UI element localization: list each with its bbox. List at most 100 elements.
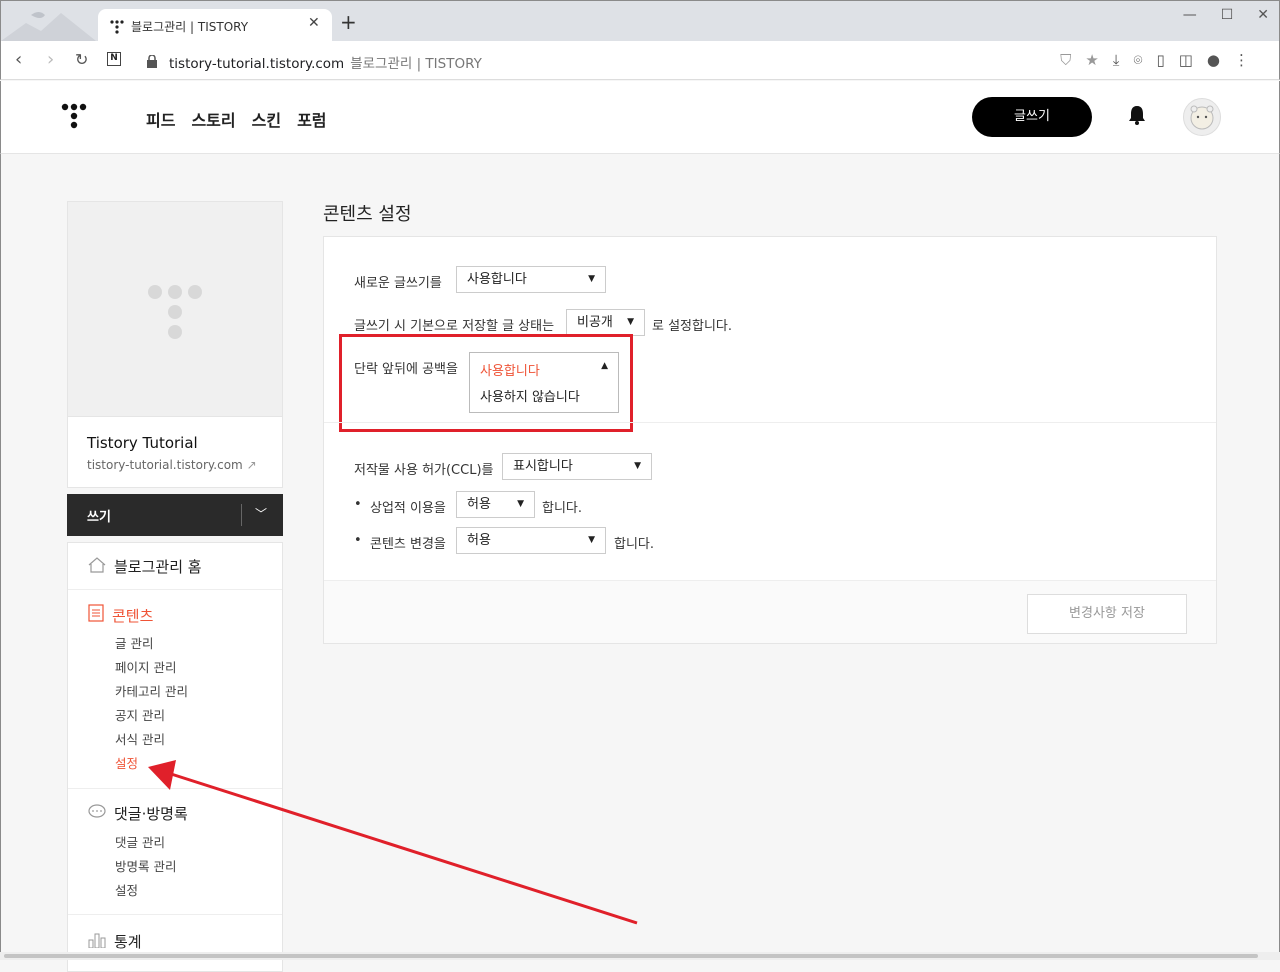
- speech-bubble-icon: [88, 803, 106, 824]
- sidebar-item-page-manage[interactable]: 페이지 관리: [115, 657, 176, 676]
- camera-icon[interactable]: ⌾: [1133, 51, 1142, 69]
- divider: [241, 504, 242, 526]
- sidebar-item-template-manage[interactable]: 서식 관리: [115, 729, 165, 748]
- site-header: 피드 스토리 스킨 포럼 글쓰기: [0, 81, 1280, 154]
- sidebar-write-button[interactable]: 쓰기 ﹀: [67, 494, 283, 536]
- bookmark-star-icon[interactable]: ★: [1085, 51, 1098, 69]
- sidebar-item-post-manage[interactable]: 글 관리: [115, 633, 153, 652]
- default-status-select[interactable]: 비공개 ▼: [566, 309, 645, 336]
- new-editor-select[interactable]: 사용합니다 ▼: [456, 266, 606, 293]
- nav-story[interactable]: 스토리: [191, 107, 235, 131]
- sidebar-item-comments-settings[interactable]: 설정: [115, 880, 138, 899]
- default-status-label: 글쓰기 시 기본으로 저장할 글 상태는: [354, 319, 555, 334]
- browser-tab[interactable]: 블로그관리 | TISTORY ✕: [98, 9, 332, 42]
- menu-icon[interactable]: ⋮: [1234, 51, 1249, 69]
- content-modify-label: 콘텐츠 변경을: [370, 537, 446, 552]
- bar-chart-icon: [88, 932, 106, 952]
- new-editor-label: 새로운 글쓰기를: [354, 276, 442, 291]
- caret-down-icon: ▼: [634, 461, 641, 471]
- sidebar-menu: 블로그관리 홈 콘텐츠 글 관리 페이지 관리 카테고리 관리 공지 관리 서식…: [67, 542, 283, 972]
- write-post-button[interactable]: 글쓰기: [972, 97, 1092, 137]
- url-page-title: 블로그관리 | TISTORY: [350, 56, 482, 72]
- maximize-button[interactable]: ☐: [1221, 7, 1234, 23]
- caret-down-icon: ▼: [627, 317, 634, 327]
- scrollbar-thumb[interactable]: [4, 954, 1258, 958]
- external-link-icon: ↗: [246, 458, 257, 472]
- commercial-use-label: 상업적 이용을: [370, 501, 446, 516]
- sidebar-section-home: 블로그관리 홈: [68, 543, 282, 590]
- blog-url-link[interactable]: tistory-tutorial.tistory.com ↗: [87, 458, 257, 472]
- download-icon[interactable]: ⤓: [1113, 51, 1120, 69]
- save-changes-button[interactable]: 변경사항 저장: [1027, 594, 1187, 634]
- ccl-label: 저작물 사용 허가(CCL)를: [354, 463, 494, 478]
- sidebar-item-notice-manage[interactable]: 공지 관리: [115, 705, 165, 724]
- settings-panel: 새로운 글쓰기를 사용합니다 ▼ 글쓰기 시 기본으로 저장할 글 상태는 비공개…: [323, 236, 1217, 644]
- commercial-use-value: 허용: [467, 497, 491, 512]
- back-icon[interactable]: ‹: [15, 49, 22, 70]
- content-modify-suffix: 합니다.: [614, 537, 655, 552]
- ccl-value: 표시합니다: [513, 459, 573, 474]
- sidebar-item-category-manage[interactable]: 카테고리 관리: [115, 681, 188, 700]
- sidebar-home-label: 블로그관리 홈: [114, 558, 202, 576]
- divider: [324, 422, 1216, 423]
- caret-down-icon: ▼: [588, 274, 595, 284]
- notification-bell-icon[interactable]: [1128, 105, 1146, 129]
- sidebar-item-comments[interactable]: 댓글·방명록: [88, 803, 188, 824]
- tistory-logo[interactable]: [61, 103, 89, 135]
- sidebar-section-stats: 통계: [68, 915, 282, 971]
- sidebar-item-contents[interactable]: 콘텐츠: [88, 604, 153, 626]
- tab-title: 블로그관리 | TISTORY: [131, 20, 249, 34]
- lock-icon: [147, 53, 157, 72]
- blog-title[interactable]: Tistory Tutorial: [87, 434, 198, 452]
- horizontal-scrollbar[interactable]: [0, 952, 1280, 960]
- sidebar-contents-label: 콘텐츠: [112, 606, 154, 625]
- blog-profile-card: Tistory Tutorial tistory-tutorial.tistor…: [67, 201, 283, 488]
- sidebar-section-contents: 콘텐츠 글 관리 페이지 관리 카테고리 관리 공지 관리 서식 관리 설정: [68, 590, 282, 789]
- address-bar[interactable]: tistory-tutorial.tistory.com 블로그관리 | TIST…: [169, 52, 482, 72]
- reader-icon[interactable]: ▯: [1156, 51, 1164, 69]
- user-avatar[interactable]: [1183, 98, 1221, 136]
- default-status-value: 비공개: [577, 315, 613, 330]
- profile-icon[interactable]: ●: [1207, 51, 1220, 69]
- caret-down-icon: ▼: [517, 499, 524, 509]
- commercial-use-select[interactable]: 허용 ▼: [456, 491, 535, 518]
- browser-toolbar: ‹ › ↻ N tistory-tutorial.tistory.com 블로그관…: [0, 41, 1280, 80]
- url-domain: tistory-tutorial.tistory.com: [169, 56, 345, 72]
- ccl-select[interactable]: 표시합니다 ▼: [502, 453, 652, 480]
- shield-icon[interactable]: ⛉: [1060, 51, 1071, 69]
- forward-icon[interactable]: ›: [47, 49, 54, 70]
- sidebar-item-comment-manage[interactable]: 댓글 관리: [115, 832, 165, 851]
- highlight-box: [339, 334, 633, 432]
- nav-skin[interactable]: 스킨: [252, 107, 281, 131]
- home-icon: [88, 556, 106, 577]
- close-window-button[interactable]: ✕: [1257, 7, 1269, 23]
- nav-feed[interactable]: 피드: [146, 107, 175, 131]
- sidebar-icon[interactable]: ◫: [1179, 51, 1193, 69]
- tab-close-icon[interactable]: ✕: [308, 15, 320, 31]
- browser-tabbar: 블로그관리 | TISTORY ✕ + — ☐ ✕: [0, 0, 1280, 42]
- new-tab-button[interactable]: +: [340, 12, 357, 32]
- nav-forum[interactable]: 포럼: [297, 107, 326, 131]
- sidebar-stats-label: 통계: [114, 933, 142, 951]
- extension-n-icon[interactable]: N: [107, 52, 121, 66]
- document-icon: [88, 604, 104, 626]
- caret-down-icon: ▼: [588, 535, 595, 545]
- content-modify-value: 허용: [467, 533, 491, 548]
- chevron-down-icon[interactable]: ﹀: [255, 505, 267, 522]
- sidebar-item-contents-settings[interactable]: 설정: [115, 753, 138, 772]
- sidebar-item-home[interactable]: 블로그관리 홈: [88, 556, 202, 577]
- sidebar-item-stats[interactable]: 통계: [88, 931, 142, 952]
- blog-url-text: tistory-tutorial.tistory.com: [87, 458, 243, 472]
- new-editor-value: 사용합니다: [467, 272, 527, 287]
- page-body: Tistory Tutorial tistory-tutorial.tistor…: [0, 154, 1280, 972]
- tistory-favicon-icon: [110, 19, 124, 38]
- bullet: •: [354, 497, 362, 512]
- commercial-use-suffix: 합니다.: [542, 501, 583, 516]
- blog-profile-image[interactable]: [68, 202, 282, 417]
- reload-icon[interactable]: ↻: [75, 50, 88, 69]
- sidebar-item-guestbook-manage[interactable]: 방명록 관리: [115, 856, 176, 875]
- minimize-button[interactable]: —: [1183, 7, 1197, 23]
- sidebar-comments-label: 댓글·방명록: [114, 805, 188, 823]
- content-modify-select[interactable]: 허용 ▼: [456, 527, 606, 554]
- bullet: •: [354, 533, 362, 548]
